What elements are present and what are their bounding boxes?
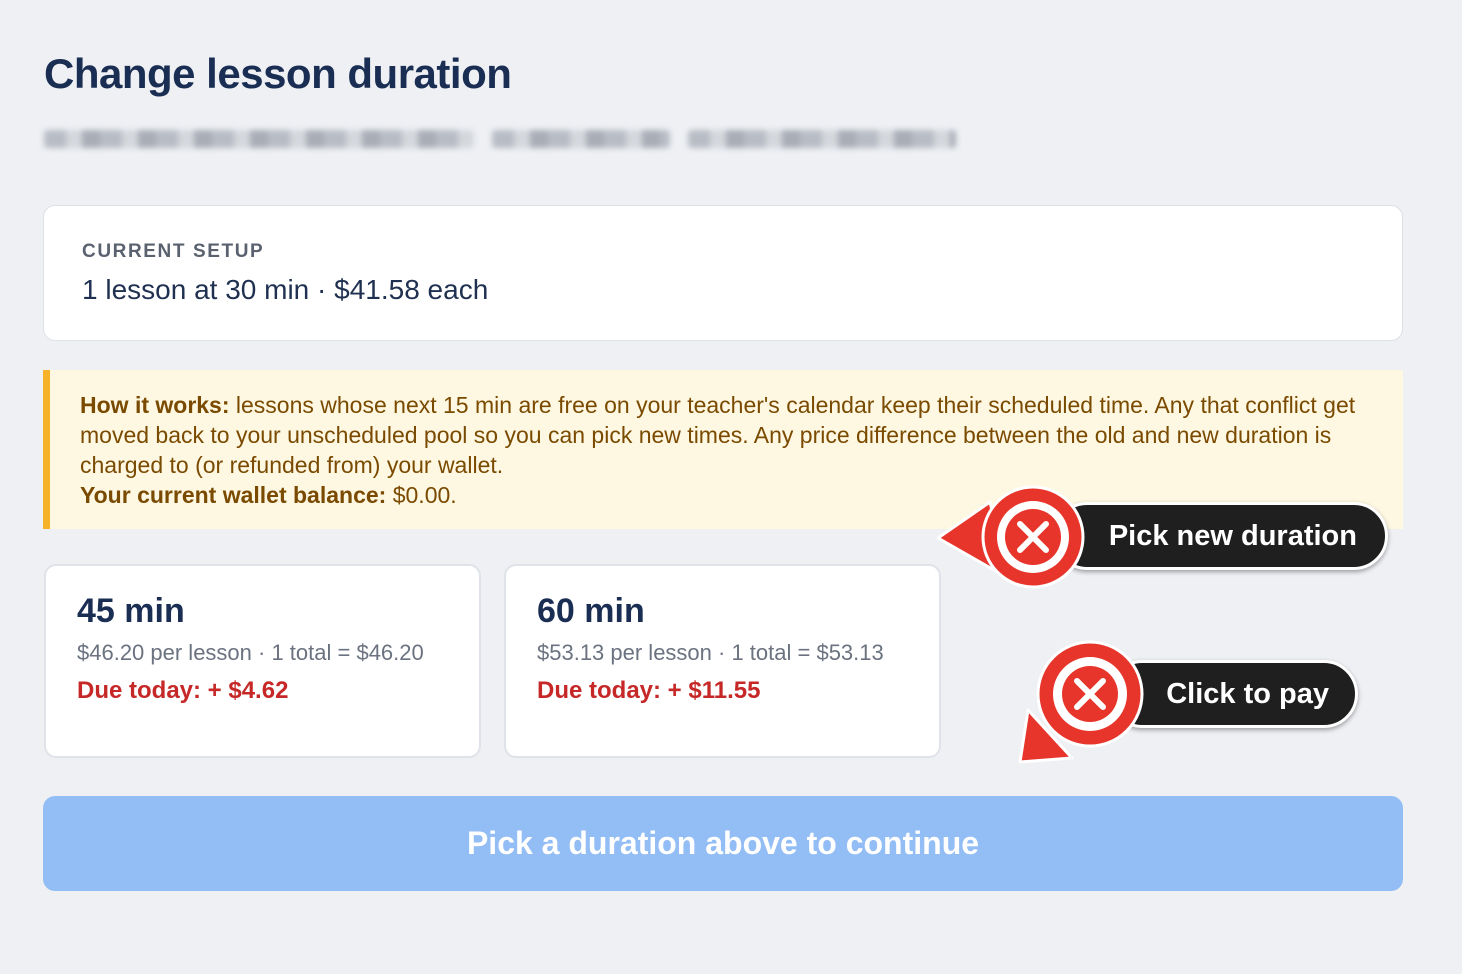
continue-button[interactable]: Pick a duration above to continue — [43, 796, 1403, 891]
notice-heading: How it works: — [80, 392, 230, 418]
current-setup-label: CURRENT SETUP — [82, 241, 265, 262]
close-icon — [1062, 666, 1118, 722]
option-due: Due today: + $4.62 — [77, 677, 289, 704]
close-icon — [1005, 509, 1061, 565]
notice-body: lessons whose next 15 min are free on yo… — [80, 392, 1356, 478]
page-title: Change lesson duration — [44, 50, 512, 97]
option-title: 45 min — [77, 592, 185, 630]
annotation-pick-duration-label: Pick new duration — [1053, 502, 1388, 570]
option-title: 60 min — [537, 592, 645, 630]
wallet-balance-value: $0.00. — [386, 482, 457, 508]
current-setup-value: 1 lesson at 30 min · $41.58 each — [82, 274, 489, 305]
duration-option-45[interactable]: 45 min $46.20 per lesson · 1 total = $46… — [44, 564, 481, 758]
option-price: $53.13 per lesson · 1 total = $53.13 — [537, 640, 884, 665]
redacted-subtitle — [44, 118, 976, 160]
wallet-balance-label: Your current wallet balance: — [80, 482, 387, 508]
annotation-pick-duration-marker — [936, 485, 1085, 589]
annotation-click-to-pay-marker — [1018, 640, 1144, 764]
duration-option-60[interactable]: 60 min $53.13 per lesson · 1 total = $53… — [504, 564, 941, 758]
option-due: Due today: + $11.55 — [537, 677, 761, 704]
option-price: $46.20 per lesson · 1 total = $46.20 — [77, 640, 424, 665]
current-setup-card: CURRENT SETUP 1 lesson at 30 min · $41.5… — [43, 205, 1403, 341]
